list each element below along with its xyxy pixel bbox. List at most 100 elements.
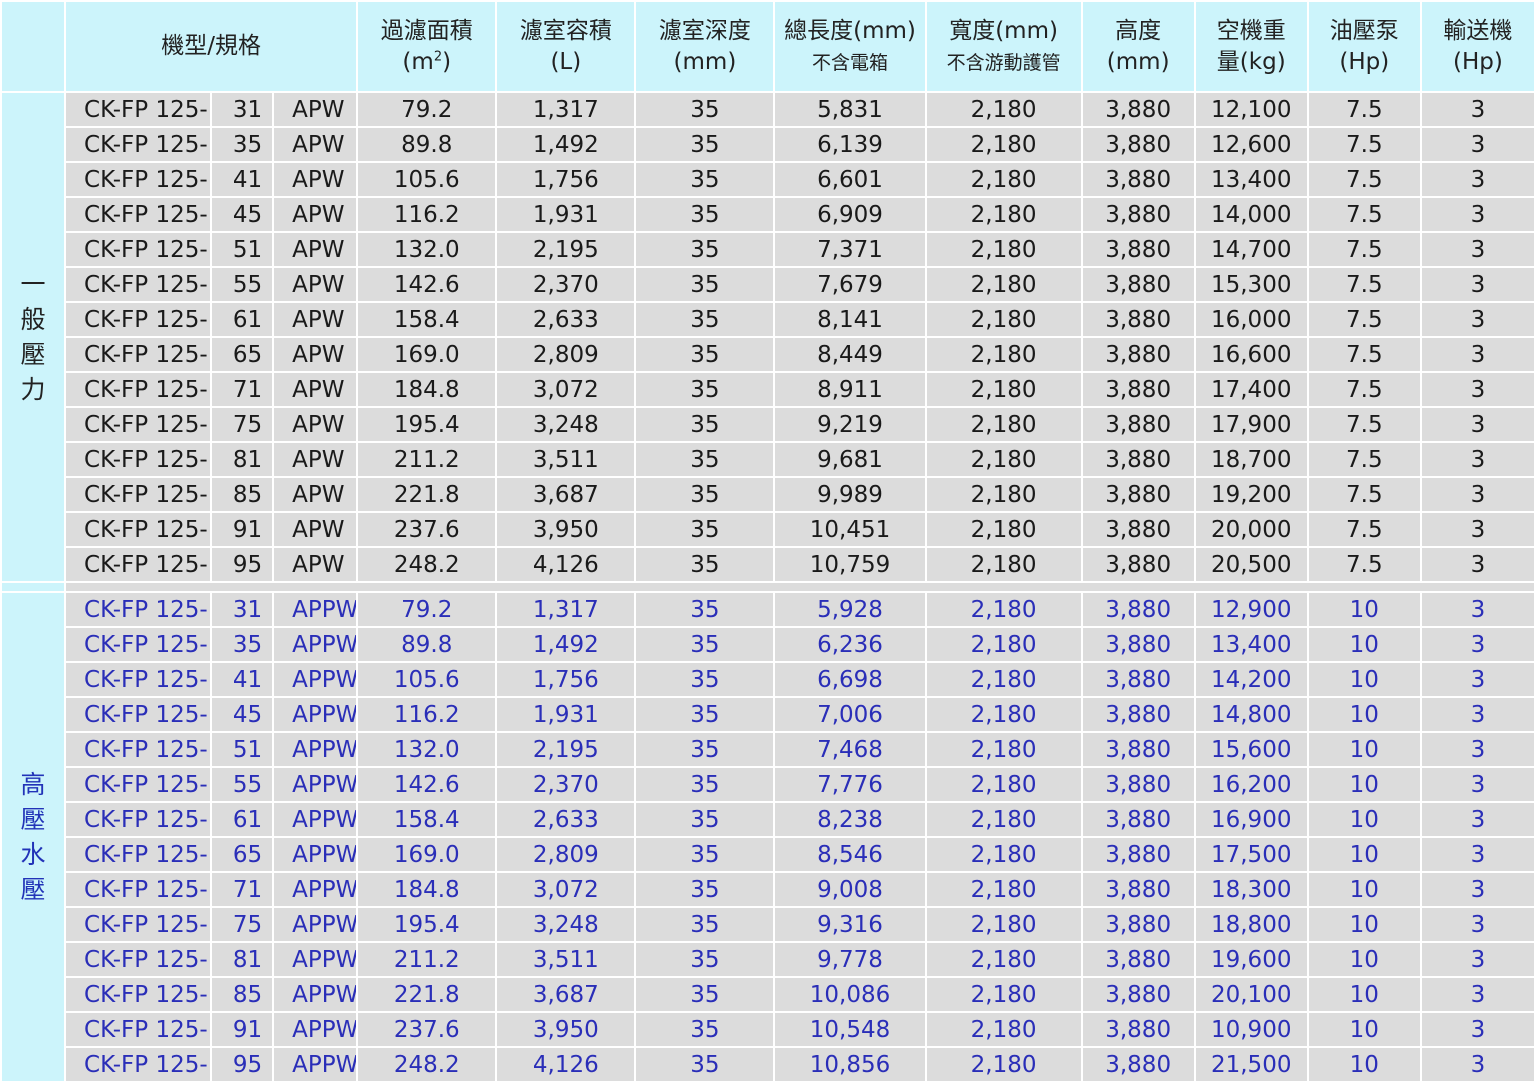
filter-area: 116.2 <box>358 698 496 731</box>
conveyor-hp: 3 <box>1421 663 1534 696</box>
filter-area: 169.0 <box>358 338 496 371</box>
filter-area: 237.6 <box>358 1013 496 1046</box>
table-row: CK-FP 125- 91 APW 237.6 3,950 35 10,451 2,180 3,… <box>2 513 1534 546</box>
filter-area: 221.8 <box>358 978 496 1011</box>
oil-pump-hp: 10 <box>1308 803 1420 836</box>
conveyor-hp: 3 <box>1421 338 1534 371</box>
model-number: 45 <box>212 198 273 231</box>
width-value: 2,180 <box>926 1048 1081 1081</box>
height-value: 3,880 <box>1082 768 1194 801</box>
width-value: 2,180 <box>926 1013 1081 1046</box>
height-value: 3,880 <box>1082 1013 1194 1046</box>
header-row: 機型/規格 過濾面積 (m2) 濾室容積 (L) 濾室深度 (mm) 總長度(mm)… <box>2 2 1534 91</box>
weight-value: 15,300 <box>1195 268 1307 301</box>
filter-area: 158.4 <box>358 803 496 836</box>
conveyor-hp: 3 <box>1421 233 1534 266</box>
width-value: 2,180 <box>926 978 1081 1011</box>
weight-value: 20,000 <box>1195 513 1307 546</box>
chamber-depth: 35 <box>636 233 774 266</box>
height-value: 3,880 <box>1082 873 1194 906</box>
conveyor-hp: 3 <box>1421 93 1534 126</box>
oil-pump-hp: 10 <box>1308 908 1420 941</box>
weight-value: 14,200 <box>1195 663 1307 696</box>
conveyor-hp: 3 <box>1421 268 1534 301</box>
model-prefix: CK-FP 125- <box>66 838 211 871</box>
total-length: 9,008 <box>775 873 925 906</box>
chamber-volume: 1,931 <box>497 198 635 231</box>
model-suffix: APPW <box>274 873 357 906</box>
model-number: 35 <box>212 128 273 161</box>
group-normal-pressure: 一 般 壓 力 CK-FP 125- 31 APW 79.2 1,317 35 5,831 2,… <box>2 93 1534 581</box>
table-row: 一 般 壓 力 CK-FP 125- 31 APW 79.2 1,317 35 5,831 2,… <box>2 93 1534 581</box>
total-length: 7,468 <box>775 733 925 766</box>
weight-value: 21,500 <box>1195 1048 1307 1081</box>
chamber-volume: 3,511 <box>497 943 635 976</box>
chamber-volume: 3,687 <box>497 978 635 1011</box>
total-length: 7,371 <box>775 233 925 266</box>
model-prefix: CK-FP 125- <box>66 803 211 836</box>
header-weight: 空機重 量(kg) <box>1195 2 1307 91</box>
total-length: 10,451 <box>775 513 925 546</box>
model-prefix: CK-FP 125- <box>66 943 211 976</box>
filter-area: 79.2 <box>358 593 496 626</box>
table-row: CK-FP 125- 81 APW 211.2 3,511 35 9,681 2,180 3,8… <box>2 443 1534 476</box>
chamber-volume: 2,370 <box>497 268 635 301</box>
model-suffix: APPW <box>274 803 357 836</box>
model-number: 51 <box>212 733 273 766</box>
height-value: 3,880 <box>1082 908 1194 941</box>
model-number: 91 <box>212 513 273 546</box>
table-row: CK-FP 125- 41 APW 105.6 1,756 35 6,601 2,180 3,8… <box>2 163 1534 196</box>
oil-pump-hp: 10 <box>1308 593 1420 626</box>
model-number: 81 <box>212 443 273 476</box>
height-value: 3,880 <box>1082 548 1194 581</box>
width-value: 2,180 <box>926 733 1081 766</box>
total-length: 8,238 <box>775 803 925 836</box>
header-conveyor: 輸送機 (Hp) <box>1421 2 1534 91</box>
weight-value: 16,000 <box>1195 303 1307 336</box>
weight-value: 17,900 <box>1195 408 1307 441</box>
table-row: CK-FP 125- 35 APW 89.8 1,492 35 6,139 2,180 3,88… <box>2 128 1534 161</box>
width-value: 2,180 <box>926 233 1081 266</box>
width-value: 2,180 <box>926 768 1081 801</box>
weight-value: 16,900 <box>1195 803 1307 836</box>
total-length: 6,139 <box>775 128 925 161</box>
table-row: CK-FP 125- 55 APPW 142.6 2,370 35 7,776 2,180 3,… <box>2 768 1534 801</box>
model-suffix: APW <box>274 443 357 476</box>
model-suffix: APPW <box>274 663 357 696</box>
spacer-cell <box>66 583 1534 591</box>
width-value: 2,180 <box>926 338 1081 371</box>
filter-area: 79.2 <box>358 93 496 126</box>
conveyor-hp: 3 <box>1421 128 1534 161</box>
conveyor-hp: 3 <box>1421 803 1534 836</box>
model-prefix: CK-FP 125- <box>66 128 211 161</box>
total-length: 5,928 <box>775 593 925 626</box>
weight-value: 16,600 <box>1195 338 1307 371</box>
chamber-volume: 3,072 <box>497 373 635 406</box>
weight-value: 13,400 <box>1195 163 1307 196</box>
table-row: CK-FP 125- 55 APW 142.6 2,370 35 7,679 2,180 3,8… <box>2 268 1534 301</box>
model-suffix: APW <box>274 198 357 231</box>
chamber-depth: 35 <box>636 93 774 126</box>
model-number: 55 <box>212 268 273 301</box>
model-suffix: APPW <box>274 943 357 976</box>
spec-table: 機型/規格 過濾面積 (m2) 濾室容積 (L) 濾室深度 (mm) 總長度(mm)… <box>0 0 1536 1083</box>
height-value: 3,880 <box>1082 698 1194 731</box>
model-prefix: CK-FP 125- <box>66 548 211 581</box>
chamber-volume: 2,633 <box>497 303 635 336</box>
model-number: 85 <box>212 978 273 1011</box>
weight-value: 20,100 <box>1195 978 1307 1011</box>
oil-pump-hp: 10 <box>1308 1013 1420 1046</box>
table-row: CK-FP 125- 51 APW 132.0 2,195 35 7,371 2,180 3,8… <box>2 233 1534 266</box>
chamber-depth: 35 <box>636 548 774 581</box>
weight-value: 20,500 <box>1195 548 1307 581</box>
weight-value: 13,400 <box>1195 628 1307 661</box>
total-length: 5,831 <box>775 93 925 126</box>
chamber-volume: 2,195 <box>497 233 635 266</box>
model-prefix: CK-FP 125- <box>66 1048 211 1081</box>
table-row: CK-FP 125- 51 APPW 132.0 2,195 35 7,468 2,180 3,… <box>2 733 1534 766</box>
model-suffix: APW <box>274 513 357 546</box>
chamber-volume: 1,317 <box>497 593 635 626</box>
filter-area: 132.0 <box>358 733 496 766</box>
model-number: 71 <box>212 873 273 906</box>
model-prefix: CK-FP 125- <box>66 443 211 476</box>
